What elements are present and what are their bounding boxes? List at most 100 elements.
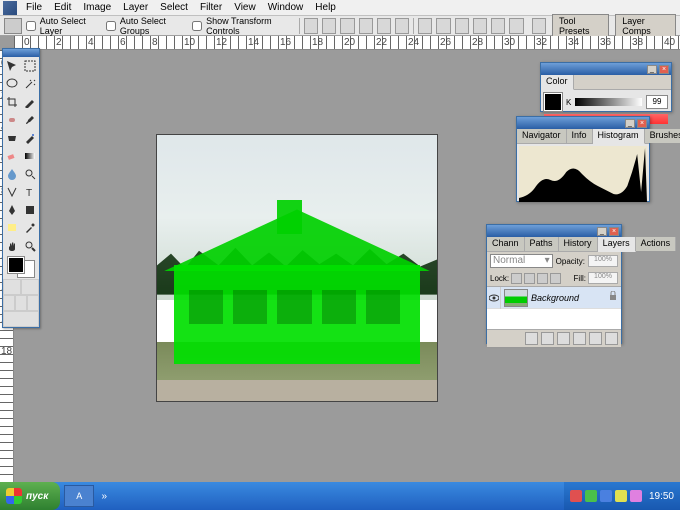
layers-panel-titlebar[interactable]: _ × (487, 225, 621, 237)
blend-mode-select[interactable]: Normal▾ (490, 254, 553, 268)
move-tool[interactable] (3, 57, 21, 75)
tray-icon[interactable] (615, 490, 627, 502)
color-current-swatch[interactable] (544, 93, 562, 111)
menu-view[interactable]: View (228, 2, 262, 13)
tab-channels[interactable]: Chann (487, 237, 525, 251)
color-value[interactable]: 99 (646, 95, 668, 109)
align-icon[interactable] (340, 18, 354, 34)
distribute-icon[interactable] (509, 18, 523, 34)
layers-panel[interactable]: _ × Chann Paths History Layers Actions N… (486, 224, 622, 344)
eraser-tool[interactable] (3, 147, 21, 165)
tray-icon[interactable] (570, 490, 582, 502)
tab-history[interactable]: History (559, 237, 598, 251)
new-set-icon[interactable] (557, 332, 570, 345)
standard-mode[interactable] (3, 279, 21, 295)
tab-color[interactable]: Color (541, 75, 574, 90)
align-icon[interactable] (304, 18, 318, 34)
well-tab-tool-presets[interactable]: Tool Presets (552, 14, 609, 38)
adjustment-layer-icon[interactable] (573, 332, 586, 345)
auto-select-groups-checkbox[interactable] (106, 21, 116, 31)
menu-file[interactable]: File (20, 2, 48, 13)
marquee-tool[interactable] (21, 57, 39, 75)
distribute-icon[interactable] (418, 18, 432, 34)
lasso-tool[interactable] (3, 75, 21, 93)
tray-icon[interactable] (585, 490, 597, 502)
fill-value[interactable]: 100% (588, 272, 618, 284)
minimize-icon[interactable]: _ (625, 119, 635, 128)
tab-navigator[interactable]: Navigator (517, 129, 567, 143)
gradient-tool[interactable] (21, 147, 39, 165)
minimize-icon[interactable]: _ (597, 227, 607, 236)
taskbar-chevron-icon[interactable]: » (98, 485, 110, 507)
type-tool[interactable]: T (21, 183, 39, 201)
tab-brushes[interactable]: Brushes (645, 129, 680, 143)
eyedropper-tool[interactable] (21, 219, 39, 237)
layer-thumbnail[interactable] (504, 289, 528, 307)
tab-paths[interactable]: Paths (525, 237, 559, 251)
layer-style-icon[interactable] (525, 332, 538, 345)
align-icon[interactable] (322, 18, 336, 34)
tab-histogram[interactable]: Histogram (593, 129, 645, 144)
color-slider[interactable] (575, 98, 642, 106)
screen-mode-full[interactable] (27, 295, 39, 311)
show-transform-checkbox[interactable] (192, 21, 202, 31)
menu-image[interactable]: Image (77, 2, 117, 13)
visibility-toggle[interactable] (487, 287, 501, 309)
zoom-tool[interactable] (21, 237, 39, 255)
lock-transparency-icon[interactable] (511, 273, 522, 284)
healing-tool[interactable] (3, 111, 21, 129)
taskbar-item[interactable]: A (64, 485, 94, 507)
layer-list[interactable]: Background (487, 287, 621, 329)
tab-layers[interactable]: Layers (598, 237, 636, 252)
toolbox[interactable]: T (2, 48, 40, 328)
start-button[interactable]: пуск (0, 482, 60, 510)
histogram-panel[interactable]: _ × Navigator Info Histogram Brushes (516, 116, 650, 202)
jump-to-imageready[interactable] (3, 311, 39, 327)
new-layer-icon[interactable] (589, 332, 602, 345)
minimize-icon[interactable]: _ (647, 65, 657, 74)
tray-icon[interactable] (600, 490, 612, 502)
screen-mode-full-menu[interactable] (15, 295, 27, 311)
foreground-color-swatch[interactable] (8, 257, 24, 273)
color-swatches[interactable] (8, 257, 34, 277)
auto-select-layer-checkbox[interactable] (26, 21, 36, 31)
magic-wand-tool[interactable] (21, 75, 39, 93)
crop-tool[interactable] (3, 93, 21, 111)
distribute-icon[interactable] (491, 18, 505, 34)
menu-window[interactable]: Window (262, 2, 310, 13)
palette-well-toggle[interactable] (532, 18, 546, 34)
menu-edit[interactable]: Edit (48, 2, 77, 13)
shape-tool[interactable] (21, 201, 39, 219)
opacity-value[interactable]: 100% (588, 255, 618, 267)
align-icon[interactable] (395, 18, 409, 34)
brush-tool[interactable] (21, 111, 39, 129)
layer-mask-icon[interactable] (541, 332, 554, 345)
close-icon[interactable]: × (637, 119, 647, 128)
path-tool[interactable] (3, 183, 21, 201)
toolbox-titlebar[interactable] (3, 49, 39, 57)
clone-tool[interactable] (3, 129, 21, 147)
blur-tool[interactable] (3, 165, 21, 183)
color-panel[interactable]: _ × Color K 99 (540, 62, 672, 112)
menu-filter[interactable]: Filter (194, 2, 228, 13)
tab-actions[interactable]: Actions (636, 237, 677, 251)
pen-tool[interactable] (3, 201, 21, 219)
history-brush-tool[interactable] (21, 129, 39, 147)
well-tab-layer-comps[interactable]: Layer Comps (615, 14, 676, 38)
document-canvas[interactable] (157, 135, 437, 401)
lock-position-icon[interactable] (537, 273, 548, 284)
distribute-icon[interactable] (436, 18, 450, 34)
lock-pixels-icon[interactable] (524, 273, 535, 284)
taskbar[interactable]: пуск A » 19:50 (0, 482, 680, 510)
close-icon[interactable]: × (609, 227, 619, 236)
menu-select[interactable]: Select (154, 2, 194, 13)
menu-layer[interactable]: Layer (117, 2, 154, 13)
lock-all-icon[interactable] (550, 273, 561, 284)
quickmask-mode[interactable] (21, 279, 39, 295)
distribute-icon[interactable] (473, 18, 487, 34)
slice-tool[interactable] (21, 93, 39, 111)
clock[interactable]: 19:50 (649, 491, 674, 502)
tab-info[interactable]: Info (567, 129, 593, 143)
distribute-icon[interactable] (455, 18, 469, 34)
menu-help[interactable]: Help (309, 2, 342, 13)
